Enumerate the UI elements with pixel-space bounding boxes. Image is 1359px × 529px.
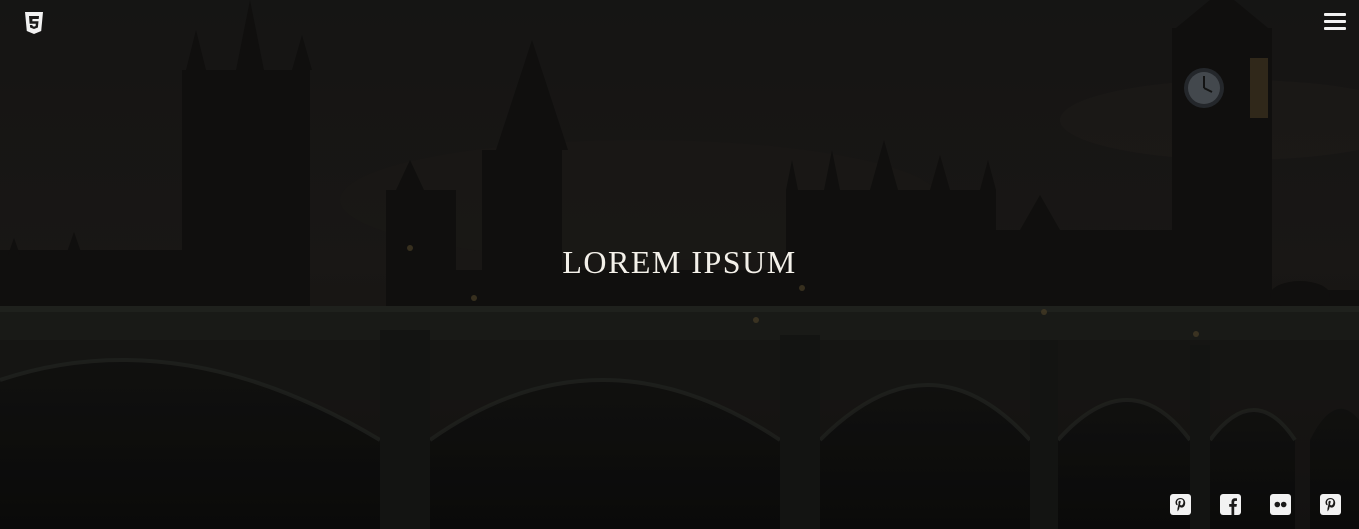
social-links: [1170, 494, 1341, 515]
menu-bar: [1324, 20, 1346, 23]
pinterest-icon: [1320, 494, 1341, 515]
pinterest-icon: [1170, 494, 1191, 515]
pinterest-link[interactable]: [1170, 494, 1191, 515]
pinterest-link-2[interactable]: [1320, 494, 1341, 515]
flickr-icon: [1270, 494, 1291, 515]
flickr-link[interactable]: [1270, 494, 1291, 515]
css3-logo-icon[interactable]: [22, 11, 46, 35]
hero-headline: LOREM IPSUM: [562, 244, 797, 280]
hero-section: LOREM IPSUM: [0, 0, 1359, 529]
menu-bar: [1324, 27, 1346, 30]
css3-shield-icon: [25, 12, 43, 34]
facebook-icon: [1220, 494, 1241, 515]
hamburger-menu-icon[interactable]: [1324, 13, 1346, 31]
menu-bar: [1324, 13, 1346, 16]
facebook-link[interactable]: [1220, 494, 1241, 515]
